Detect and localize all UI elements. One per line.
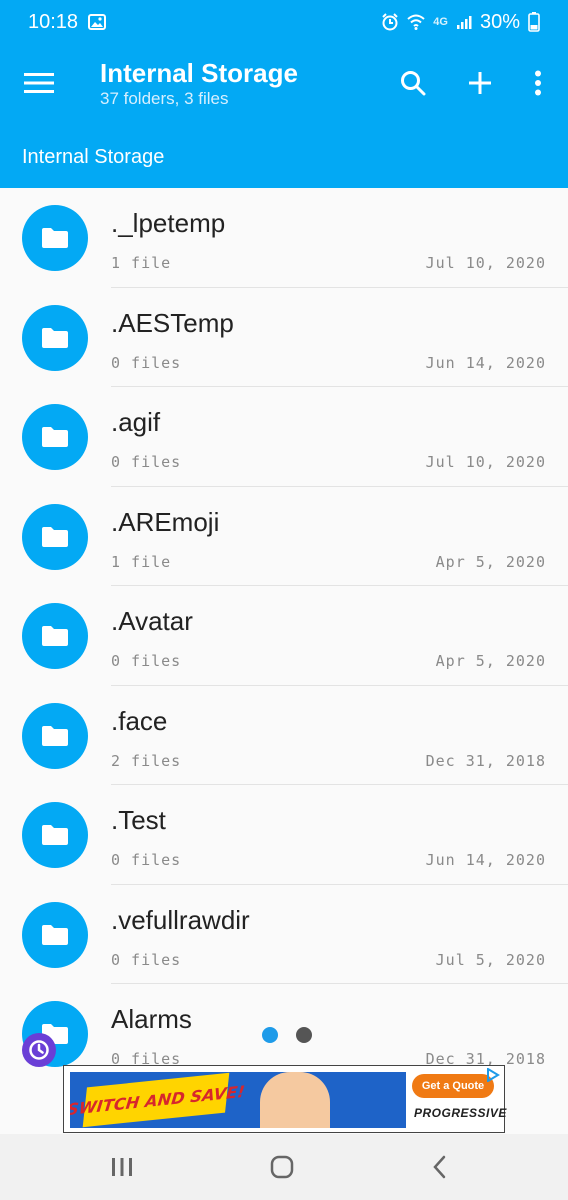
folder-icon <box>22 901 88 968</box>
folder-icon <box>22 802 88 868</box>
folder-name: .Avatar <box>111 606 193 636</box>
folder-icon <box>22 304 88 371</box>
image-icon <box>88 14 107 30</box>
list-item[interactable]: .AESTemp 0 files Jun 14, 2020 <box>0 288 568 387</box>
modified-date: Apr 5, 2020 <box>435 552 546 571</box>
file-count: 0 files <box>111 453 182 471</box>
system-nav-bar <box>0 1134 568 1200</box>
search-icon <box>401 71 426 96</box>
recents-icon <box>112 1158 132 1176</box>
folder-icon <box>22 205 88 271</box>
folder-icon <box>22 503 88 570</box>
list-item[interactable]: .vefullrawdir 0 files Jul 5, 2020 <box>0 885 568 984</box>
file-count: 1 file <box>111 254 172 272</box>
ad-person-image <box>260 1072 330 1128</box>
status-time: 10:18 <box>28 10 79 33</box>
folder-name: .Test <box>111 805 166 835</box>
modified-date: Apr 5, 2020 <box>435 652 546 670</box>
list-item[interactable]: .agif 0 files Jul 10, 2020 <box>0 387 568 487</box>
more-icon <box>535 70 541 96</box>
battery-icon <box>528 12 540 32</box>
ad-choices-icon[interactable] <box>486 1068 500 1082</box>
ad-brand: PROGRESSIVE <box>414 1106 507 1120</box>
list-item[interactable]: .Avatar 0 files Apr 5, 2020 <box>0 586 568 686</box>
ad-banner[interactable]: SWITCH AND SAVE! Get a Quote PROGRESSIVE <box>63 1065 507 1133</box>
ad-cta-button[interactable]: Get a Quote <box>412 1074 494 1098</box>
file-count: 0 files <box>111 851 182 869</box>
modified-date: Jun 14, 2020 <box>425 353 546 372</box>
folder-name: Alarms <box>111 1004 192 1034</box>
back-button[interactable] <box>420 1150 460 1184</box>
floating-clock-button[interactable] <box>22 1033 56 1067</box>
breadcrumb-item[interactable]: Internal Storage <box>22 146 164 168</box>
home-button[interactable] <box>262 1150 302 1184</box>
file-count: 0 files <box>111 652 182 670</box>
modified-date: Jul 5, 2020 <box>435 950 546 969</box>
folder-name: .agif <box>111 407 161 437</box>
more-options-button[interactable] <box>519 64 557 102</box>
page-dot-active[interactable] <box>262 1027 278 1043</box>
ad-image: SWITCH AND SAVE! <box>70 1072 406 1128</box>
folder-name: .AREmoji <box>111 506 220 537</box>
ad-burst: SWITCH AND SAVE! <box>70 1072 246 1128</box>
recent-apps-button[interactable] <box>102 1150 142 1184</box>
modified-date: Jun 14, 2020 <box>425 851 546 869</box>
battery-percent: 30% <box>479 10 520 33</box>
file-count: 0 files <box>111 353 182 372</box>
modified-date: Jul 10, 2020 <box>425 453 546 471</box>
list-item[interactable]: .AREmoji 1 file Apr 5, 2020 <box>0 487 568 586</box>
network-type: 4G <box>433 16 448 28</box>
list-item[interactable]: ._lpetemp 1 file Jul 10, 2020 <box>0 188 568 288</box>
file-count: 1 file <box>111 552 172 571</box>
home-icon <box>270 1155 294 1179</box>
folder-name: .vefullrawdir <box>111 904 250 935</box>
status-bar: 10:18 4G 30% <box>0 0 568 44</box>
page-indicator <box>262 1027 312 1043</box>
folder-icon <box>22 702 88 769</box>
back-icon <box>433 1155 446 1179</box>
folder-name: .AESTemp <box>111 307 234 338</box>
folder-icon <box>22 603 88 669</box>
breadcrumb: Internal Storage <box>0 122 568 188</box>
page-subtitle: 37 folders, 3 files <box>100 89 229 108</box>
folder-name: ._lpetemp <box>111 208 226 238</box>
clock-icon <box>29 1040 49 1060</box>
title-block: Internal Storage 37 folders, 3 files <box>100 58 298 110</box>
page-dot[interactable] <box>296 1027 312 1043</box>
add-button[interactable] <box>461 64 499 102</box>
file-count: 2 files <box>111 751 182 770</box>
ad-headline: SWITCH AND SAVE! <box>70 1081 246 1119</box>
folder-list: ._lpetemp 1 file Jul 10, 2020 .AESTemp 0… <box>0 188 568 1084</box>
folder-name: .face <box>111 705 168 736</box>
hamburger-icon <box>24 73 54 93</box>
wifi-icon <box>407 14 425 30</box>
app-bar: Internal Storage 37 folders, 3 files <box>0 44 568 122</box>
list-item[interactable]: .Test 0 files Jun 14, 2020 <box>0 785 568 885</box>
file-count: 0 files <box>111 950 182 969</box>
signal-icon <box>456 14 472 30</box>
alarm-icon <box>381 13 399 31</box>
modified-date: Jul 10, 2020 <box>425 254 546 272</box>
search-button[interactable] <box>394 64 432 102</box>
add-icon <box>469 72 491 94</box>
page-title: Internal Storage <box>100 58 298 88</box>
modified-date: Dec 31, 2018 <box>425 751 546 770</box>
folder-icon <box>22 404 88 470</box>
menu-button[interactable] <box>20 64 58 102</box>
list-item[interactable]: .face 2 files Dec 31, 2018 <box>0 686 568 785</box>
